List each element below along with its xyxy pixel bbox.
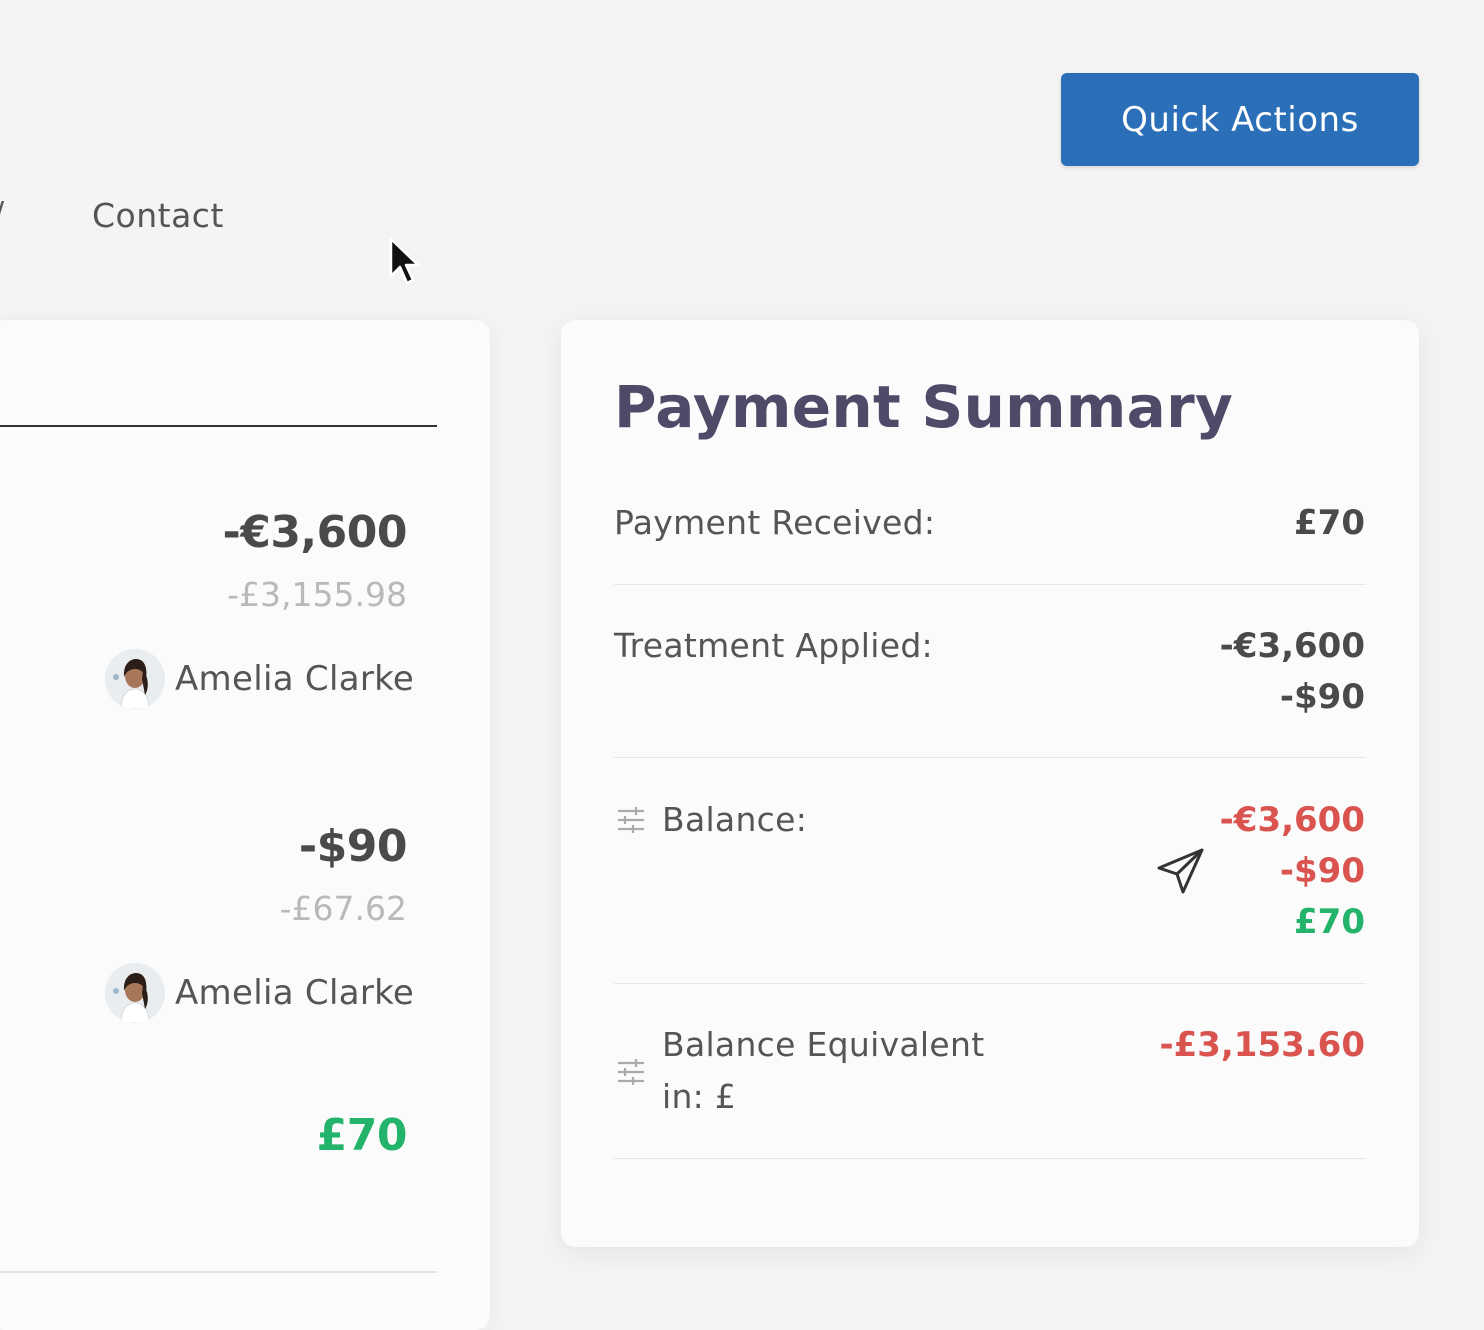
separator bbox=[614, 757, 1366, 758]
payment-summary-title: Payment Summary bbox=[614, 373, 1234, 441]
separator bbox=[614, 584, 1366, 585]
divider bbox=[0, 1271, 437, 1273]
balance-equivalent-label: Balance Equivalent bbox=[662, 1025, 985, 1064]
balance-value: £70 bbox=[1294, 902, 1365, 942]
balance-equivalent-value: -£3,153.60 bbox=[1159, 1025, 1365, 1065]
entry-converted-amount: -£3,155.98 bbox=[227, 575, 407, 614]
entry-amount: -$90 bbox=[298, 821, 408, 872]
transactions-panel bbox=[0, 320, 490, 1330]
entry-converted-amount: -£67.62 bbox=[279, 889, 407, 928]
balance-label: Balance: bbox=[662, 800, 808, 839]
payment-received-value: £70 bbox=[1294, 503, 1365, 543]
separator bbox=[614, 1158, 1366, 1159]
divider bbox=[0, 425, 437, 427]
balance-equivalent-label: in: £ bbox=[662, 1077, 737, 1116]
cursor-icon bbox=[389, 237, 420, 285]
entry-amount: -€3,600 bbox=[222, 507, 407, 558]
staff-name: Amelia Clarke bbox=[175, 659, 415, 699]
send-icon[interactable] bbox=[1155, 846, 1207, 898]
entry-amount: £70 bbox=[316, 1110, 408, 1161]
avatar-icon bbox=[105, 963, 165, 1023]
staff-name: Amelia Clarke bbox=[175, 973, 415, 1013]
balance-value: -€3,600 bbox=[1219, 800, 1365, 840]
staff-member[interactable]: Amelia Clarke bbox=[105, 963, 414, 1023]
treatment-applied-value: -€3,600 bbox=[1219, 626, 1365, 666]
separator bbox=[614, 983, 1366, 984]
treatment-applied-value: -$90 bbox=[1279, 677, 1365, 717]
sliders-icon[interactable] bbox=[616, 1058, 646, 1086]
staff-member[interactable]: Amelia Clarke bbox=[105, 649, 414, 709]
balance-value: -$90 bbox=[1279, 851, 1365, 891]
treatment-applied-label: Treatment Applied: bbox=[614, 626, 933, 665]
avatar-icon bbox=[105, 649, 165, 709]
payment-received-label: Payment Received: bbox=[614, 503, 936, 542]
quick-actions-button[interactable]: Quick Actions bbox=[1061, 73, 1419, 166]
sliders-icon[interactable] bbox=[616, 806, 646, 834]
nav-link-contact[interactable]: Contact bbox=[92, 196, 224, 235]
nav-link-partial[interactable]: / bbox=[0, 196, 4, 231]
